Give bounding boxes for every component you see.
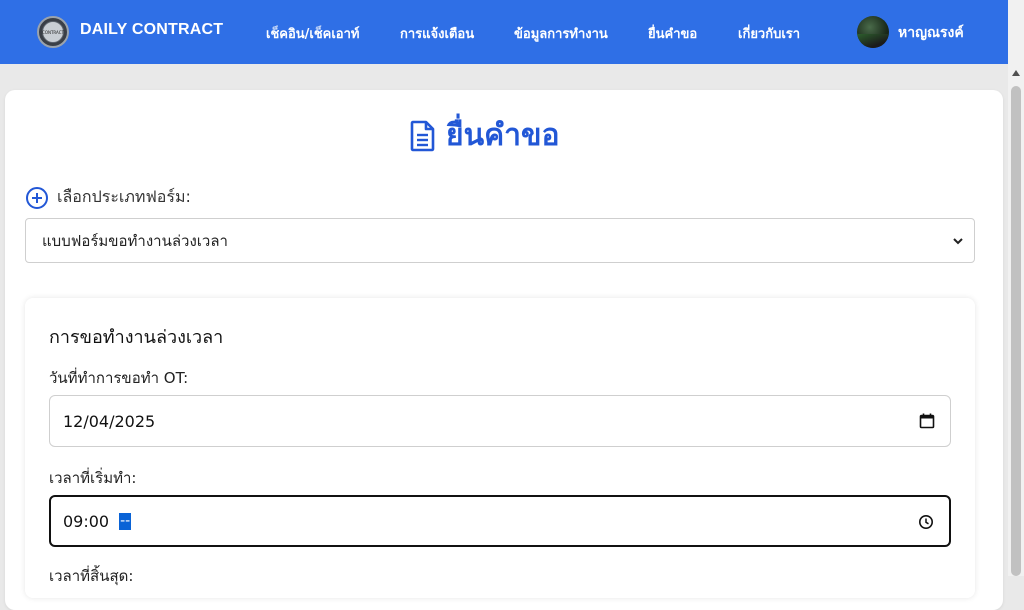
- ot-date-input[interactable]: 12/04/2025: [49, 395, 951, 447]
- nav-notifications[interactable]: การแจ้งเตือน: [400, 23, 474, 44]
- ot-start-time-label: เวลาที่เริ่มทำ:: [49, 469, 137, 487]
- brand-logo-seal: CONTRACT: [42, 21, 64, 43]
- nav-work-info[interactable]: ข้อมูลการทำงาน: [514, 23, 608, 44]
- top-navbar: CONTRACT DAILY CONTRACT เช็คอิน/เช็คเอาท…: [0, 0, 1008, 64]
- brand-name[interactable]: DAILY CONTRACT: [80, 21, 223, 39]
- scrollbar-top-area: [1008, 0, 1024, 64]
- user-avatar[interactable]: [857, 16, 889, 48]
- form-type-select[interactable]: แบบฟอร์มขอทำงานล่วงเวลา: [25, 218, 975, 263]
- plus-circle-icon: [26, 186, 48, 209]
- page-scrollbar[interactable]: [1008, 64, 1024, 576]
- nav-submit-request[interactable]: ยื่นคำขอ: [648, 23, 697, 44]
- page-title: ยื่นคำขอ: [410, 112, 560, 159]
- form-type-selected-value: แบบฟอร์มขอทำงานล่วงเวลา: [42, 231, 228, 250]
- nav-checkin-checkout[interactable]: เช็คอิน/เช็คเอาท์: [266, 23, 360, 44]
- ot-start-ampm-segment[interactable]: --: [119, 512, 132, 530]
- user-name[interactable]: หาญณรงค์: [898, 22, 964, 44]
- chevron-down-icon: [953, 238, 963, 245]
- ot-start-time-input[interactable]: 09:00 --: [49, 495, 951, 547]
- brand-logo[interactable]: CONTRACT: [37, 16, 69, 48]
- ot-end-time-label: เวลาที่สิ้นสุด:: [49, 567, 134, 585]
- form-type-label-text: เลือกประเภทฟอร์ม:: [57, 187, 191, 206]
- scroll-up-arrow-icon[interactable]: [1012, 70, 1020, 76]
- scrollbar-thumb[interactable]: [1011, 86, 1021, 576]
- nav-about-us[interactable]: เกี่ยวกับเรา: [738, 23, 800, 44]
- ot-start-time-value: 09:00: [63, 511, 110, 531]
- ot-section-title: การขอทำงานล่วงเวลา: [49, 327, 224, 348]
- ot-date-label: วันที่ทำการขอทำ OT:: [49, 369, 189, 387]
- document-icon: [410, 120, 435, 151]
- page-title-text: ยื่นคำขอ: [446, 118, 560, 153]
- form-type-label: เลือกประเภทฟอร์ม:: [25, 185, 191, 210]
- ot-date-value: 12/04/2025: [63, 411, 156, 431]
- calendar-icon[interactable]: [919, 413, 935, 429]
- clock-icon[interactable]: [918, 514, 934, 530]
